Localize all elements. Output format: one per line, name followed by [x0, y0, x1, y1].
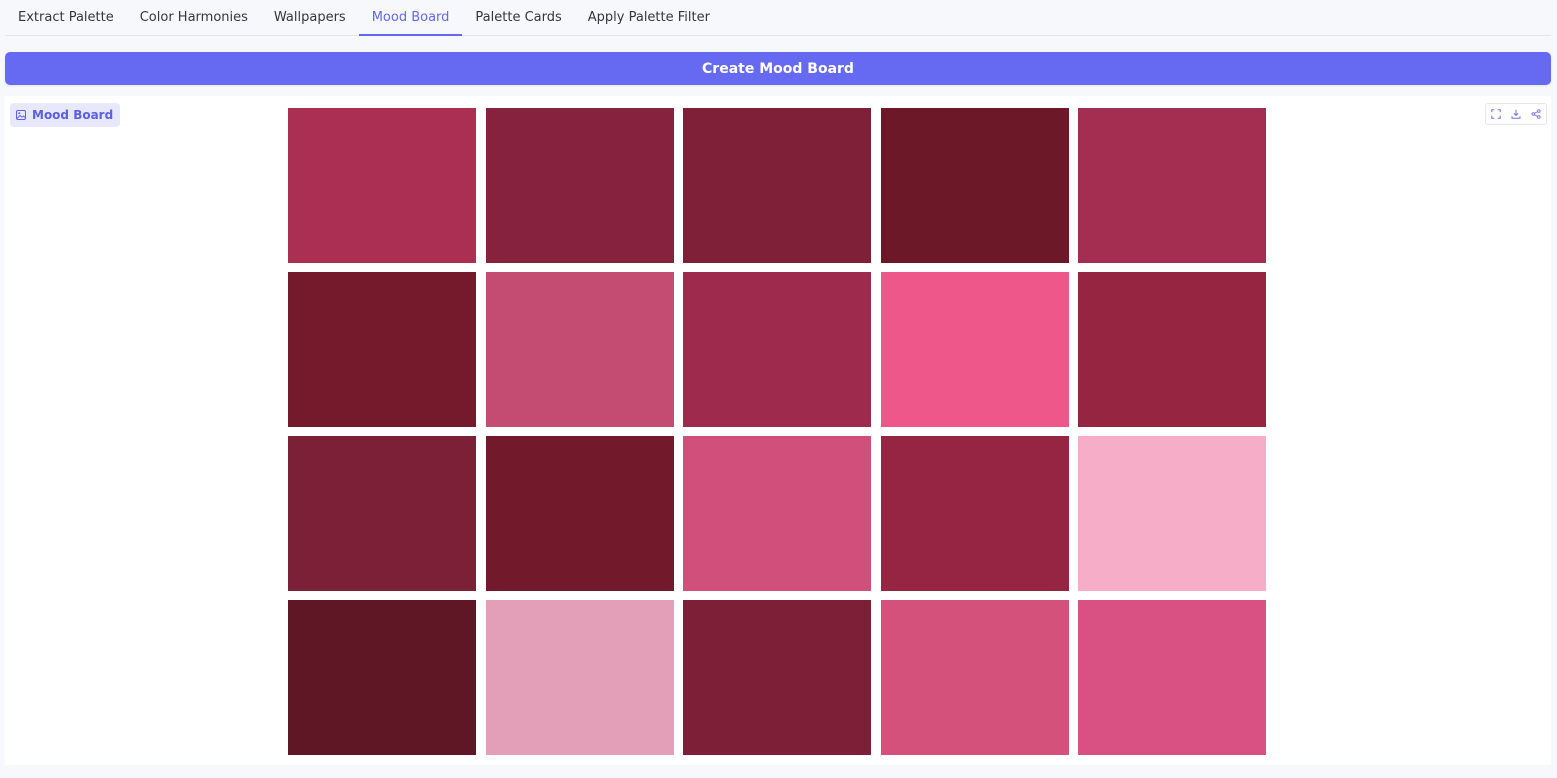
color-swatch[interactable]	[1078, 436, 1266, 591]
tab-palette-cards[interactable]: Palette Cards	[462, 0, 574, 35]
mood-board-badge-label: Mood Board	[32, 108, 114, 122]
color-swatch[interactable]	[485, 272, 674, 427]
color-swatch[interactable]	[683, 600, 871, 755]
tab-mood-board[interactable]: Mood Board	[358, 0, 463, 36]
color-swatch[interactable]	[485, 436, 674, 591]
color-swatch[interactable]	[683, 272, 871, 427]
tab-extract-palette[interactable]: Extract Palette	[5, 0, 127, 35]
app-window: Extract Palette Color Harmonies Wallpape…	[0, 0, 1557, 778]
color-swatch[interactable]	[880, 436, 1069, 591]
color-swatch[interactable]	[485, 600, 674, 755]
color-swatch[interactable]	[880, 272, 1069, 427]
color-swatch[interactable]	[1078, 600, 1266, 755]
color-swatch[interactable]	[288, 272, 476, 427]
mood-board-grid	[288, 108, 1266, 755]
color-swatch[interactable]	[880, 108, 1069, 263]
fullscreen-icon[interactable]	[1486, 104, 1506, 124]
color-swatch[interactable]	[288, 436, 476, 591]
color-swatch[interactable]	[1078, 272, 1266, 427]
mood-board-panel: Mood Board	[5, 96, 1551, 765]
panel-toolbar	[1485, 103, 1547, 125]
color-swatch[interactable]	[288, 600, 476, 755]
tab-wallpapers[interactable]: Wallpapers	[261, 0, 359, 35]
tab-color-harmonies[interactable]: Color Harmonies	[127, 0, 261, 35]
color-swatch[interactable]	[485, 108, 674, 263]
mood-board-badge: Mood Board	[10, 103, 121, 127]
color-swatch[interactable]	[288, 108, 476, 263]
color-swatch[interactable]	[1078, 108, 1266, 263]
create-mood-board-button[interactable]: Create Mood Board	[5, 52, 1551, 85]
share-icon[interactable]	[1526, 104, 1546, 124]
color-swatch[interactable]	[683, 436, 871, 591]
tab-apply-palette-filter[interactable]: Apply Palette Filter	[575, 0, 723, 35]
color-swatch[interactable]	[880, 600, 1069, 755]
download-icon[interactable]	[1506, 104, 1526, 124]
tab-bar: Extract Palette Color Harmonies Wallpape…	[5, 0, 1551, 36]
color-swatch[interactable]	[683, 108, 871, 263]
image-icon	[16, 110, 26, 120]
